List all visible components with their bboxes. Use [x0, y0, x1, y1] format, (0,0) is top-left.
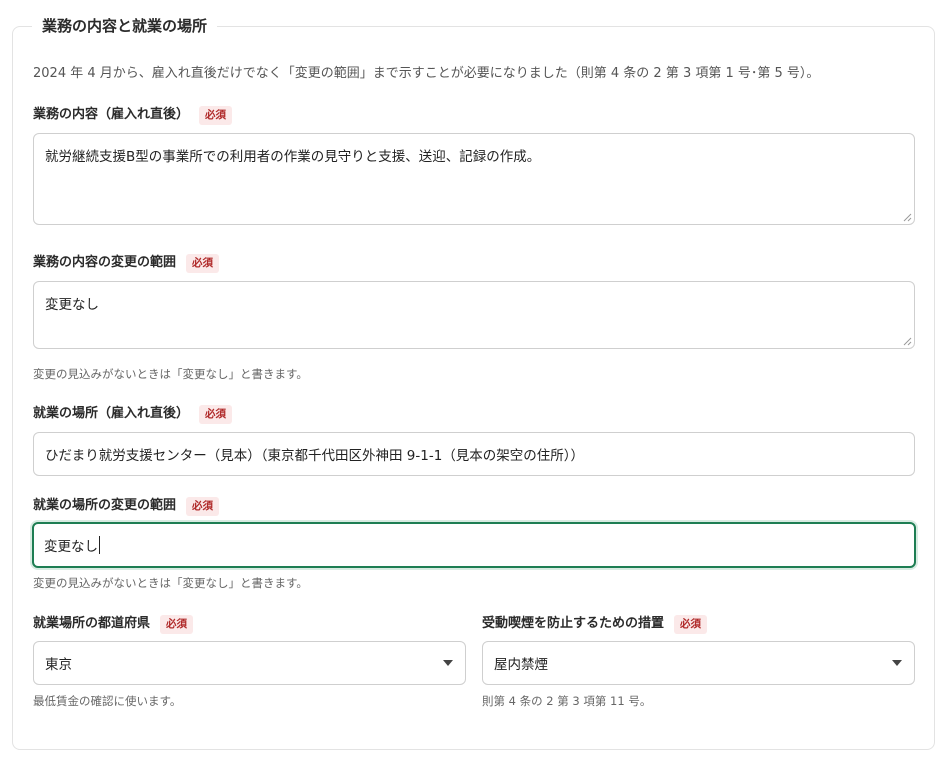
duties-change-hint: 変更の見込みがないときは「変更なし」と書きます。	[33, 367, 308, 381]
required-badge: 必須	[160, 614, 194, 634]
duties-change-value: 変更なし	[45, 297, 99, 313]
prefecture-value: 東京	[45, 657, 72, 673]
place-change-hint: 変更の見込みがないときは「変更なし」と書きます。	[33, 576, 308, 590]
text-caret	[99, 536, 100, 554]
smoking-hint: 則第 4 条の 2 第 3 項第 11 号。	[482, 694, 652, 708]
place-change-input[interactable]: 変更なし	[32, 522, 916, 568]
prefecture-label-text: 就業場所の都道府県	[33, 616, 151, 631]
required-badge: 必須	[199, 105, 233, 125]
duties-change-textarea[interactable]: 変更なし	[33, 281, 915, 349]
required-badge: 必須	[199, 404, 233, 424]
required-badge: 必須	[674, 614, 708, 634]
resize-handle-icon[interactable]	[903, 337, 912, 346]
section-intro: 2024 年 4 月から、雇入れ直後だけでなく「変更の範囲」まで示すことが必要に…	[33, 66, 820, 81]
section-title: 業務の内容と就業の場所	[32, 16, 218, 36]
place-initial-value: ひだまり就労支援センター（見本）（東京都千代田区外神田 9-1-1（見本の架空の…	[45, 448, 585, 464]
place-change-label: 就業の場所の変更の範囲 必須	[33, 496, 220, 516]
required-badge: 必須	[186, 253, 220, 273]
duties-change-label-text: 業務の内容の変更の範囲	[33, 255, 177, 270]
place-initial-label-text: 就業の場所（雇入れ直後）	[33, 406, 190, 421]
dropdown-arrow-icon	[892, 660, 902, 666]
duties-change-label: 業務の内容の変更の範囲 必須	[33, 253, 220, 273]
resize-handle-icon[interactable]	[903, 213, 912, 222]
place-change-label-text: 就業の場所の変更の範囲	[33, 498, 177, 513]
duties-initial-label-text: 業務の内容（雇入れ直後）	[33, 107, 190, 122]
place-initial-label: 就業の場所（雇入れ直後） 必須	[33, 404, 233, 424]
smoking-select[interactable]: 屋内禁煙	[482, 641, 915, 685]
prefecture-label: 就業場所の都道府県 必須	[33, 614, 194, 634]
smoking-label: 受動喫煙を防止するための措置 必須	[482, 614, 708, 634]
prefecture-hint: 最低賃金の確認に使います。	[33, 694, 182, 708]
prefecture-select[interactable]: 東京	[33, 641, 466, 685]
dropdown-arrow-icon	[443, 660, 453, 666]
required-badge: 必須	[186, 496, 220, 516]
place-change-value: 変更なし	[44, 539, 98, 555]
place-initial-input[interactable]: ひだまり就労支援センター（見本）（東京都千代田区外神田 9-1-1（見本の架空の…	[33, 432, 915, 476]
duties-initial-value: 就労継続支援B型の事業所での利用者の作業の見守りと支援、送迎、記録の作成。	[45, 149, 541, 165]
duties-initial-label: 業務の内容（雇入れ直後） 必須	[33, 105, 233, 125]
smoking-value: 屋内禁煙	[494, 657, 548, 673]
smoking-label-text: 受動喫煙を防止するための措置	[482, 616, 665, 631]
duties-initial-textarea[interactable]: 就労継続支援B型の事業所での利用者の作業の見守りと支援、送迎、記録の作成。	[33, 133, 915, 225]
